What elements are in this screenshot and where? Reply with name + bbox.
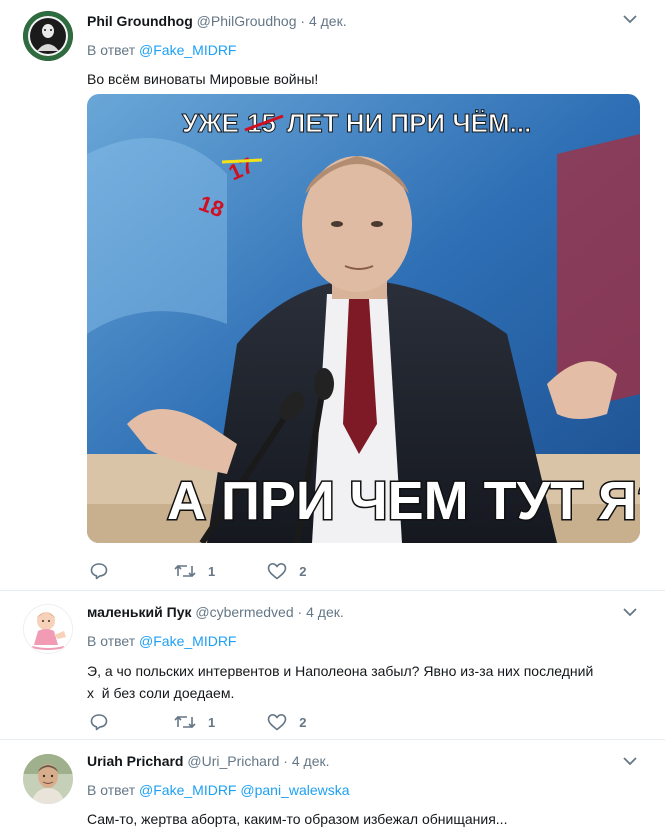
retweet-button[interactable]: 1 bbox=[174, 714, 215, 730]
tweet-text: Сам-то, жертва аборта, каким-то образом … bbox=[87, 811, 508, 827]
tweet-header: маленький Пук @cybermedved · 4 дек. bbox=[87, 603, 645, 621]
reply-prefix: В ответ bbox=[87, 782, 136, 798]
like-button[interactable]: 2 bbox=[267, 713, 306, 731]
tweet: Phil Groundhog @PhilGroudhog · 4 дек. В … bbox=[0, 0, 665, 591]
like-icon bbox=[267, 714, 287, 731]
user-handle[interactable]: @cybermedved bbox=[195, 604, 293, 620]
chevron-down-icon[interactable] bbox=[623, 756, 637, 766]
user-handle[interactable]: @PhilGroudhog bbox=[197, 13, 297, 29]
reply-mention[interactable]: @Fake_MIDRF bbox=[139, 42, 236, 58]
retweet-count: 1 bbox=[208, 563, 216, 579]
meme-top-text-rest: ЛЕТ НИ ПРИ ЧЁМ... bbox=[287, 108, 531, 138]
tweet-image[interactable]: УЖЕ 15 ЛЕТ НИ ПРИ ЧЁМ... 17 18 А ПРИ ЧЕМ… bbox=[87, 94, 640, 543]
avatar[interactable] bbox=[23, 604, 73, 654]
timestamp[interactable]: 4 дек. bbox=[292, 753, 330, 769]
reply-context: В ответ @Fake_MIDRF @pani_walewska bbox=[87, 781, 645, 799]
timestamp[interactable]: 4 дек. bbox=[306, 604, 344, 620]
timestamp[interactable]: 4 дек. bbox=[309, 13, 347, 29]
tweet-text-line: Э, а чо польских интервентов и Наполеона… bbox=[87, 663, 594, 679]
reply-button[interactable] bbox=[90, 562, 108, 580]
reply-prefix: В ответ bbox=[87, 633, 136, 649]
meme-top-text: УЖЕ bbox=[182, 108, 239, 138]
tweet-actions: 1 2 bbox=[90, 712, 346, 732]
retweet-icon bbox=[174, 715, 196, 729]
reply-icon bbox=[90, 563, 108, 580]
tweet-actions: 1 2 bbox=[90, 561, 346, 581]
reply-mention[interactable]: @pani_walewska bbox=[240, 782, 349, 798]
tweet-header: Uriah Prichard @Uri_Prichard · 4 дек. bbox=[87, 752, 645, 770]
separator-dot: · bbox=[300, 13, 306, 29]
meme-bottom-text: А ПРИ ЧЕМ ТУТ Я? bbox=[167, 471, 640, 531]
reply-mention[interactable]: @Fake_MIDRF bbox=[139, 633, 236, 649]
reply-mention[interactable]: @Fake_MIDRF bbox=[139, 782, 236, 798]
chevron-down-icon[interactable] bbox=[623, 14, 637, 24]
reply-icon bbox=[90, 714, 108, 731]
separator-dot: · bbox=[297, 604, 303, 620]
user-handle[interactable]: @Uri_Prichard bbox=[187, 753, 279, 769]
like-icon bbox=[267, 563, 287, 580]
display-name[interactable]: маленький Пук bbox=[87, 604, 191, 620]
retweet-icon bbox=[174, 564, 196, 578]
tweet: Uriah Prichard @Uri_Prichard · 4 дек. В … bbox=[0, 740, 665, 830]
reply-context: В ответ @Fake_MIDRF bbox=[87, 632, 645, 650]
display-name[interactable]: Phil Groundhog bbox=[87, 13, 193, 29]
tweet-text: Э, а чо польских интервентов и Наполеона… bbox=[87, 660, 645, 704]
retweet-button[interactable]: 1 bbox=[174, 563, 215, 579]
avatar[interactable] bbox=[23, 11, 73, 61]
tweet: маленький Пук @cybermedved · 4 дек. В от… bbox=[0, 591, 665, 740]
tweet-header: Phil Groundhog @PhilGroudhog · 4 дек. bbox=[87, 12, 645, 30]
retweet-count: 1 bbox=[208, 714, 216, 730]
separator-dot: · bbox=[283, 753, 288, 769]
display-name[interactable]: Uriah Prichard bbox=[87, 753, 183, 769]
reply-prefix: В ответ bbox=[87, 42, 136, 58]
like-count: 2 bbox=[299, 563, 307, 579]
chevron-down-icon[interactable] bbox=[623, 607, 637, 617]
avatar[interactable] bbox=[23, 754, 73, 804]
tweet-text-line: х й без соли доедаем. bbox=[87, 685, 235, 701]
reply-button[interactable] bbox=[90, 713, 108, 731]
like-button[interactable]: 2 bbox=[267, 562, 306, 580]
reply-context: В ответ @Fake_MIDRF bbox=[87, 41, 645, 59]
like-count: 2 bbox=[299, 714, 307, 730]
tweet-text: Во всём виноваты Мировые войны! bbox=[87, 71, 319, 87]
